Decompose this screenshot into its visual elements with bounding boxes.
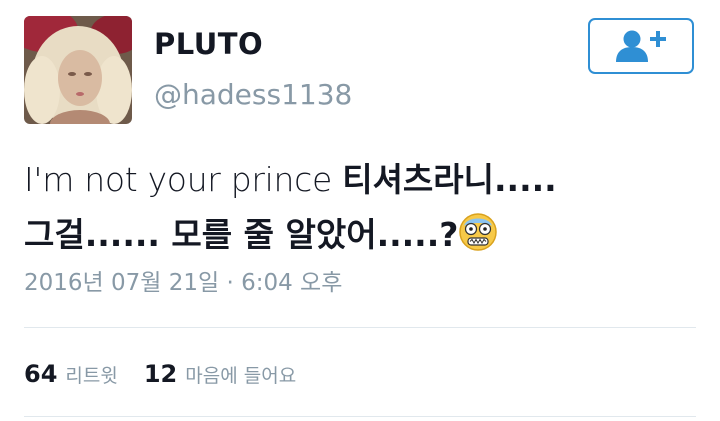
tweet-stats: 64 리트윗 12 마음에 들어요 (24, 362, 296, 386)
user-display-name[interactable]: PLUTO (154, 30, 263, 59)
divider-top (24, 327, 696, 328)
add-user-icon (616, 30, 666, 62)
tweet-line-1: I'm not your prince 티셔츠라니..... (24, 152, 704, 207)
retweets-count: 64 (24, 360, 58, 388)
divider-bottom (24, 416, 696, 417)
avatar-image (24, 16, 132, 124)
tweet-card: PLUTO @hadess1138 I'm not your prince 티셔… (0, 0, 720, 421)
face-screaming-emoji-icon (459, 213, 498, 251)
tweet-text-hangul-2: 그걸...... 모를 줄 알았어.....? (24, 215, 459, 254)
likes-stat[interactable]: 12 마음에 들어요 (144, 362, 296, 386)
tweet-text-latin: I'm not your prince (24, 160, 343, 199)
retweets-label: 리트윗 (65, 365, 118, 387)
likes-label: 마음에 들어요 (185, 365, 297, 387)
user-handle[interactable]: @hadess1138 (154, 81, 352, 109)
likes-count: 12 (143, 360, 178, 388)
tweet-timestamp[interactable]: 2016년 07월 21일 · 6:04 오후 (24, 272, 342, 295)
tweet-text: I'm not your prince 티셔츠라니..... 그걸...... … (24, 152, 704, 262)
tweet-text-hangul-1: 티셔츠라니..... (342, 160, 557, 199)
tweet-line-2: 그걸...... 모를 줄 알았어.....? (24, 207, 704, 262)
avatar[interactable] (24, 16, 132, 124)
follow-button[interactable] (588, 18, 694, 74)
retweets-stat[interactable]: 64 리트윗 (24, 362, 118, 386)
